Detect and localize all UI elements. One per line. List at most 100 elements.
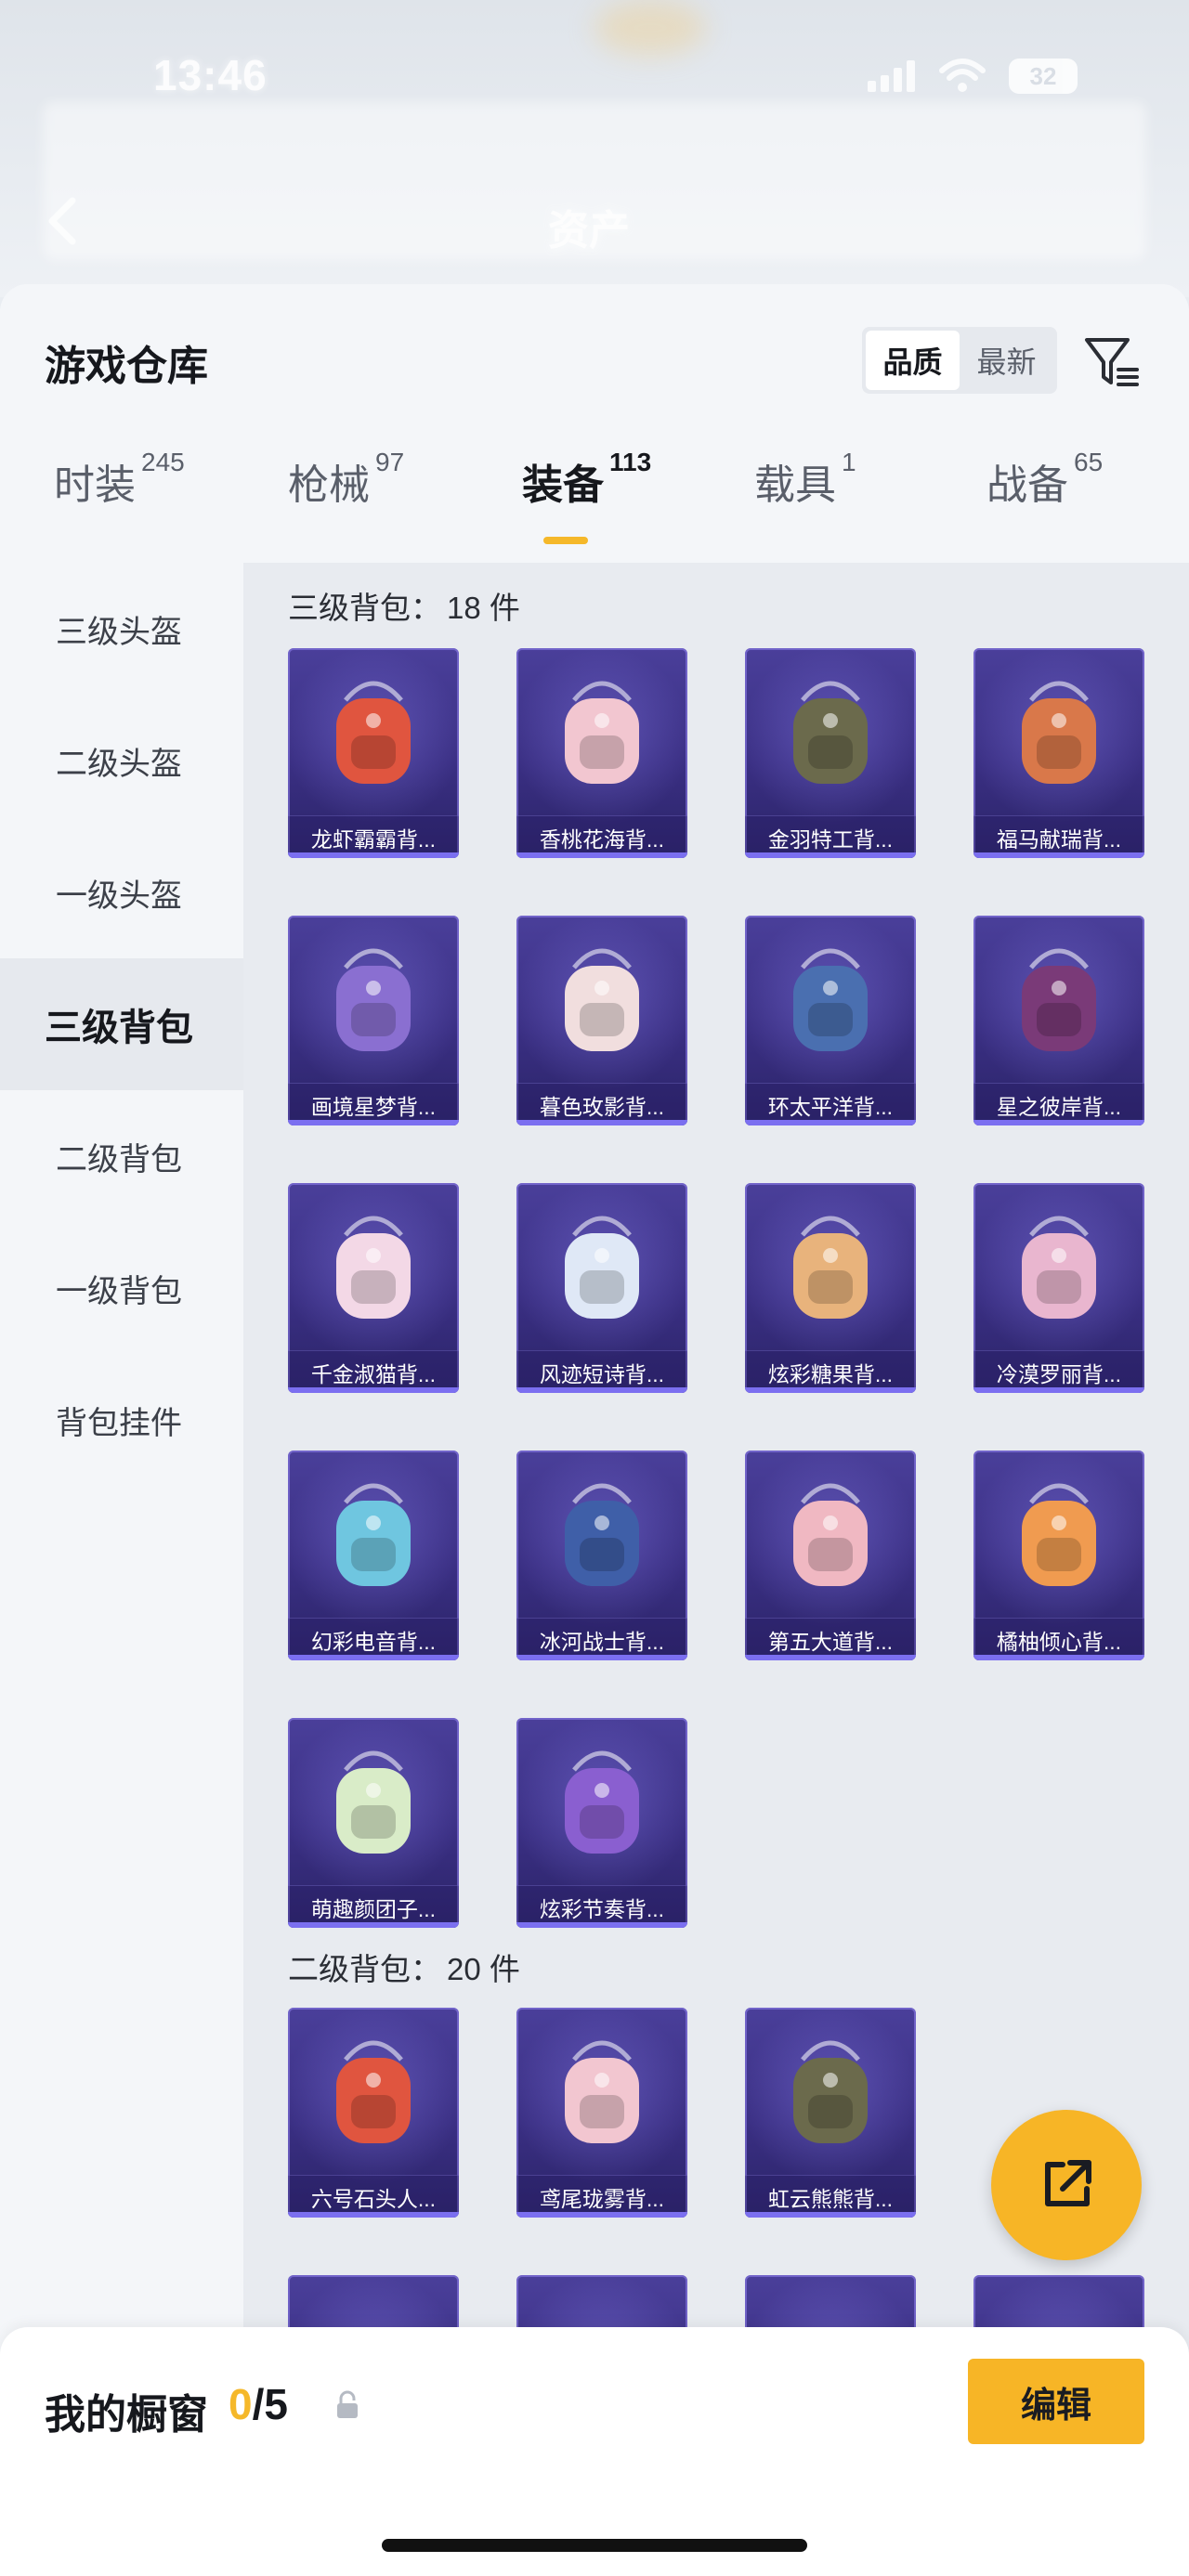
item-card[interactable]: 画境星梦背... bbox=[288, 916, 459, 1125]
item-card[interactable]: 冰河战士背... bbox=[516, 1451, 687, 1660]
quality-bar bbox=[745, 1387, 916, 1393]
quality-bar bbox=[973, 852, 1144, 858]
quality-bar bbox=[288, 852, 459, 858]
item-card[interactable]: 虹云熊熊背... bbox=[745, 2008, 916, 2218]
backpack-icon bbox=[1022, 1216, 1096, 1319]
back-arrow-icon[interactable] bbox=[41, 195, 85, 247]
item-card[interactable]: 千金淑猫背... bbox=[288, 1183, 459, 1393]
tab-label: 载具 bbox=[754, 462, 836, 508]
tab-weapons[interactable]: 枪械 97 bbox=[288, 448, 405, 511]
quality-bar bbox=[745, 852, 916, 858]
item-card[interactable]: 橘柚倾心背... bbox=[973, 1451, 1144, 1660]
share-button[interactable] bbox=[991, 2110, 1142, 2260]
section-count: 20 件 bbox=[447, 1952, 520, 1986]
section-title: 三级背包： 18 件 bbox=[288, 583, 520, 628]
section-title: 二级背包： 20 件 bbox=[288, 1945, 520, 1989]
backpack-icon bbox=[793, 1483, 868, 1586]
item-card[interactable]: 炫彩糖果背... bbox=[745, 1183, 916, 1393]
item-card[interactable]: 幻彩电音背... bbox=[288, 1451, 459, 1660]
item-card[interactable]: 环太平洋背... bbox=[745, 916, 916, 1125]
item-card[interactable]: 冷漠罗丽背... bbox=[973, 1183, 1144, 1393]
tab-count: 245 bbox=[141, 448, 185, 476]
quality-bar bbox=[288, 1387, 459, 1393]
item-card[interactable]: 香桃花海背... bbox=[516, 648, 687, 858]
item-card[interactable]: 龙虾霸霸背... bbox=[288, 648, 459, 858]
item-card[interactable]: 暮色玫影背... bbox=[516, 916, 687, 1125]
quality-bar bbox=[288, 1922, 459, 1928]
status-icons: 32 bbox=[868, 58, 1078, 95]
backpack-icon bbox=[1022, 681, 1096, 784]
sidebar-item-helmet-3[interactable]: 三级头盔 bbox=[0, 563, 243, 695]
item-card[interactable]: 金羽特工背... bbox=[745, 648, 916, 858]
item-card[interactable]: 福马献瑞背... bbox=[973, 648, 1144, 858]
tab-count: 1 bbox=[842, 448, 856, 476]
quality-bar bbox=[516, 1387, 687, 1393]
showcase-total: /5 bbox=[252, 2380, 288, 2428]
tab-label: 装备 bbox=[522, 462, 604, 508]
tab-fashion[interactable]: 时装 245 bbox=[54, 448, 185, 511]
backpack-icon bbox=[565, 2040, 639, 2143]
sidebar-item-helmet-2[interactable]: 二级头盔 bbox=[0, 695, 243, 826]
tab-equipment[interactable]: 装备 113 bbox=[522, 448, 652, 511]
status-time: 13:46 bbox=[153, 51, 268, 99]
backpack-icon bbox=[565, 1216, 639, 1319]
tab-count: 113 bbox=[609, 448, 652, 476]
quality-bar bbox=[745, 1120, 916, 1125]
item-card[interactable]: 萌趣颜团子... bbox=[288, 1718, 459, 1928]
backpack-icon bbox=[565, 1750, 639, 1854]
tab-label: 战备 bbox=[986, 462, 1068, 508]
item-card[interactable]: 炫彩节奏背... bbox=[516, 1718, 687, 1928]
quality-bar bbox=[288, 2212, 459, 2218]
sheet-title: 游戏仓库 bbox=[45, 344, 208, 389]
sidebar-item-backpack-2[interactable]: 二级背包 bbox=[0, 1090, 243, 1222]
item-grid: 三级背包： 18 件 二级背包： 20 件 龙虾霸霸背... 香桃花海背... 金羽特工… bbox=[243, 563, 1189, 2576]
tab-count: 97 bbox=[375, 448, 405, 476]
active-tab-indicator bbox=[543, 537, 588, 544]
sheet-header: 游戏仓库 品质 最新 时装 245 枪械 97 装备 113 载具 1 战备 6… bbox=[0, 284, 1189, 563]
sidebar-item-backpack-3[interactable]: 三级背包 bbox=[0, 958, 243, 1090]
item-card[interactable]: 六号石头人... bbox=[288, 2008, 459, 2218]
showcase-bar: 我的橱窗 0/5 编辑 bbox=[0, 2327, 1189, 2576]
tab-vehicles[interactable]: 载具 1 bbox=[754, 448, 856, 511]
backpack-icon bbox=[1022, 1483, 1096, 1586]
quality-bar bbox=[973, 1120, 1144, 1125]
header-blur-glow bbox=[594, 0, 706, 56]
filter-icon[interactable] bbox=[1081, 332, 1143, 394]
backpack-icon bbox=[793, 1216, 868, 1319]
sidebar-item-helmet-1[interactable]: 一级头盔 bbox=[0, 826, 243, 958]
sidebar-item-backpack-1[interactable]: 一级背包 bbox=[0, 1222, 243, 1354]
backpack-icon bbox=[793, 2040, 868, 2143]
edit-button[interactable]: 编辑 bbox=[968, 2359, 1144, 2444]
quality-bar bbox=[516, 1120, 687, 1125]
item-card[interactable]: 星之彼岸背... bbox=[973, 916, 1144, 1125]
showcase-current: 0 bbox=[229, 2380, 253, 2428]
item-card[interactable]: 风迹短诗背... bbox=[516, 1183, 687, 1393]
nav-title: 资产 bbox=[548, 208, 630, 254]
item-card[interactable]: 第五大道背... bbox=[745, 1451, 916, 1660]
backpack-icon bbox=[1022, 948, 1096, 1051]
sort-toggle: 品质 最新 bbox=[862, 327, 1057, 394]
section-label: 三级背包： bbox=[288, 591, 441, 625]
quality-bar bbox=[973, 1387, 1144, 1393]
quality-bar bbox=[745, 2212, 916, 2218]
quality-bar bbox=[288, 1120, 459, 1125]
quality-bar bbox=[516, 1922, 687, 1928]
showcase-title: 我的橱窗 bbox=[45, 2392, 208, 2438]
backpack-icon bbox=[565, 948, 639, 1051]
sort-newest-button[interactable]: 最新 bbox=[960, 331, 1053, 390]
item-card[interactable]: 鸢尾珑雾背... bbox=[516, 2008, 687, 2218]
tab-tactical[interactable]: 战备 65 bbox=[986, 448, 1103, 511]
quality-bar bbox=[516, 852, 687, 858]
backpack-icon bbox=[336, 948, 411, 1051]
quality-bar bbox=[745, 1655, 916, 1660]
quality-bar bbox=[288, 1655, 459, 1660]
quality-bar bbox=[973, 1655, 1144, 1660]
category-tabs: 时装 245 枪械 97 装备 113 载具 1 战备 65 bbox=[0, 448, 1189, 553]
tab-label: 时装 bbox=[54, 462, 136, 508]
backpack-icon bbox=[336, 2040, 411, 2143]
sort-quality-button[interactable]: 品质 bbox=[866, 331, 960, 390]
share-external-icon bbox=[1045, 2160, 1091, 2206]
sidebar-item-charms[interactable]: 背包挂件 bbox=[0, 1354, 243, 1486]
backpack-icon bbox=[793, 681, 868, 784]
battery-icon: 32 bbox=[1009, 59, 1078, 94]
